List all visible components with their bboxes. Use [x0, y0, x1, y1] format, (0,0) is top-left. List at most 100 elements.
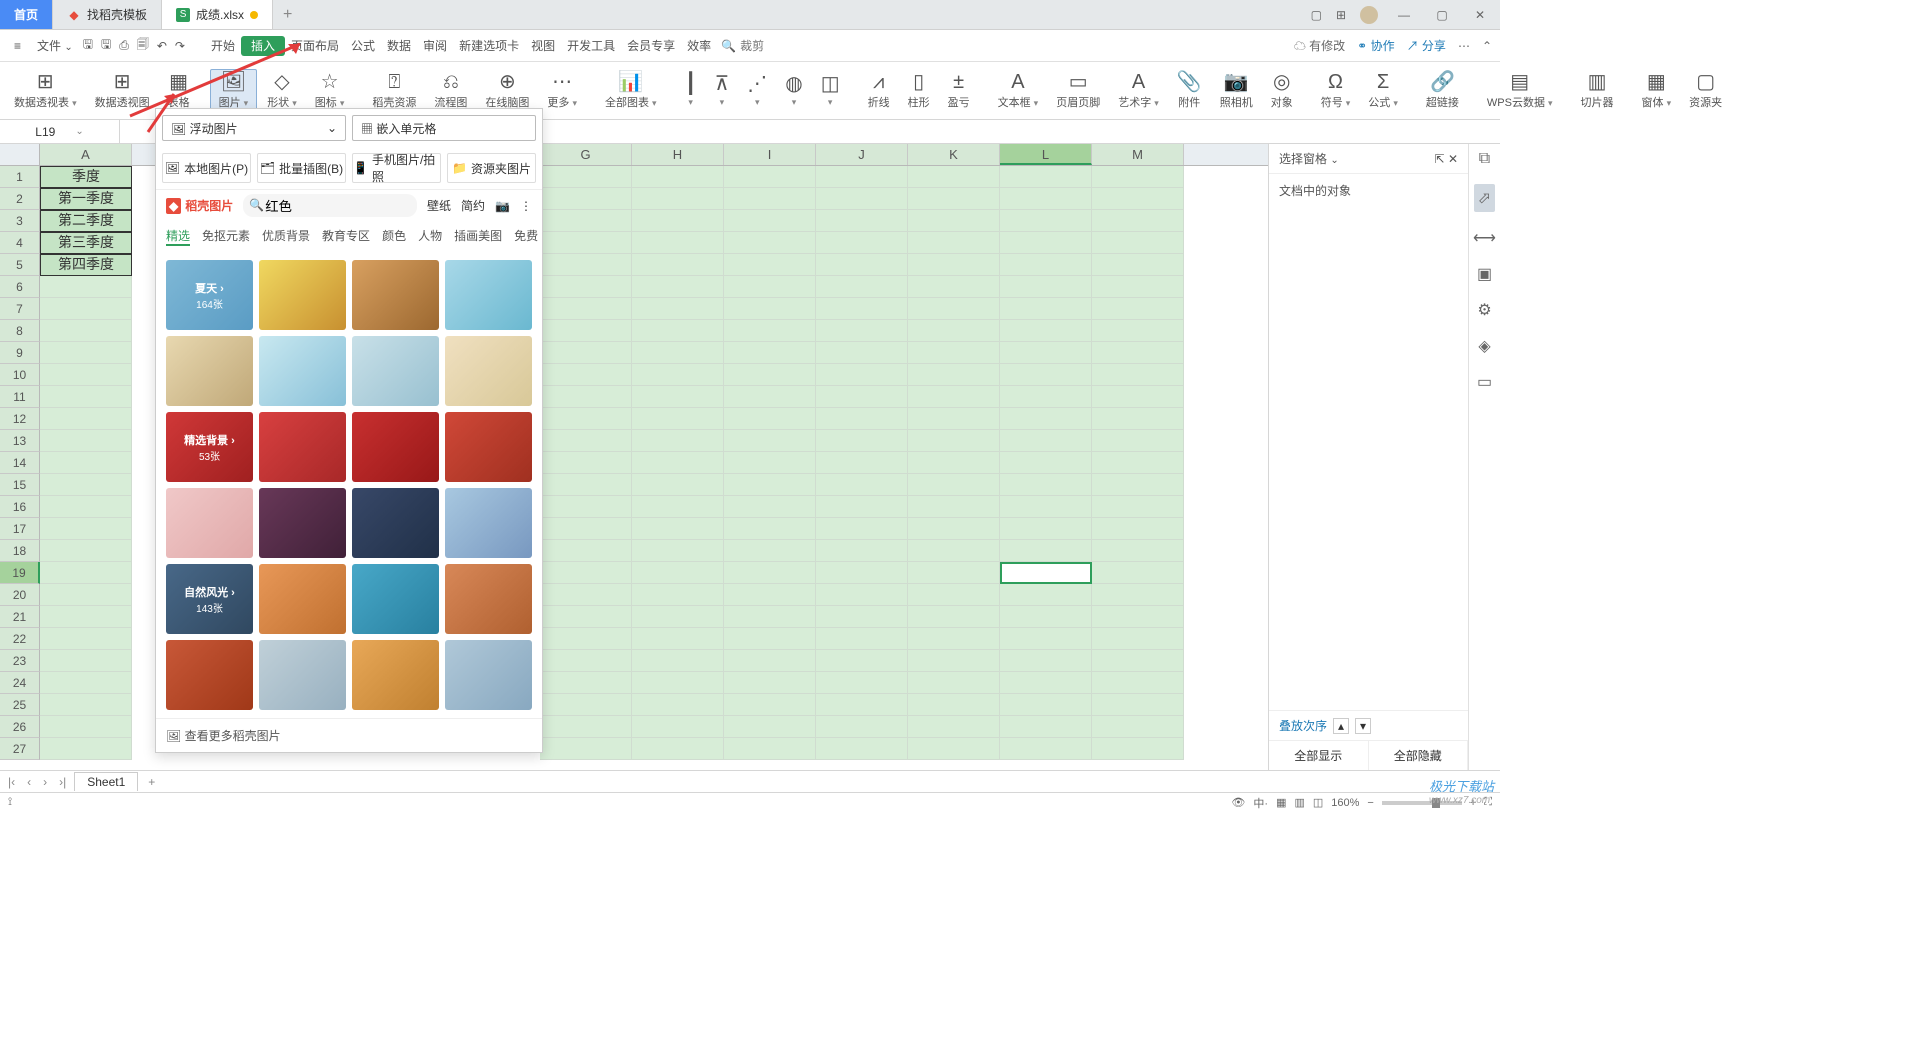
more-menu-icon[interactable]: ⋮: [520, 199, 532, 213]
col-header-M[interactable]: M: [1092, 144, 1184, 165]
thumb-15[interactable]: [445, 488, 532, 558]
print-icon[interactable]: ⎙: [119, 38, 129, 53]
cell[interactable]: [816, 452, 908, 474]
tool-chart13[interactable]: ⋰ ▾: [739, 72, 775, 110]
cell[interactable]: [632, 166, 724, 188]
cell-A18[interactable]: [40, 540, 132, 562]
cell[interactable]: [724, 540, 816, 562]
tab-nav-last[interactable]: ›|: [55, 775, 70, 789]
float-image-combo[interactable]: 🖼 浮动图片 ⌄: [162, 115, 346, 141]
cell[interactable]: [908, 562, 1000, 584]
cell-A1[interactable]: 季度: [40, 166, 132, 188]
row-header-26[interactable]: 26: [0, 716, 40, 738]
search-box[interactable]: 🔍: [721, 39, 800, 53]
cell[interactable]: [540, 716, 632, 738]
row-header-7[interactable]: 7: [0, 298, 40, 320]
cell[interactable]: [540, 628, 632, 650]
thumb-13[interactable]: [259, 488, 346, 558]
imgbtn-3[interactable]: 📁资源夹图片: [447, 153, 536, 183]
imgbtn-2[interactable]: 📱手机图片/拍照: [352, 153, 441, 183]
cell[interactable]: [1092, 276, 1184, 298]
side-pointer-icon[interactable]: ⬀: [1474, 184, 1495, 212]
cell[interactable]: [724, 628, 816, 650]
cell-A3[interactable]: 第二季度: [40, 210, 132, 232]
cell-A6[interactable]: [40, 276, 132, 298]
cell[interactable]: [908, 254, 1000, 276]
cell[interactable]: [724, 188, 816, 210]
cell[interactable]: [540, 276, 632, 298]
cell[interactable]: [816, 496, 908, 518]
fullscreen-icon[interactable]: ⛶: [1484, 796, 1492, 809]
cell[interactable]: [632, 518, 724, 540]
cell[interactable]: [724, 408, 816, 430]
thumb-1[interactable]: [259, 260, 346, 330]
move-up-button[interactable]: ▴: [1333, 718, 1349, 734]
cell[interactable]: [1092, 210, 1184, 232]
thumb-23[interactable]: [445, 640, 532, 710]
cell[interactable]: [908, 650, 1000, 672]
cell-A12[interactable]: [40, 408, 132, 430]
cell-A19[interactable]: [40, 562, 132, 584]
cell[interactable]: [816, 518, 908, 540]
cell[interactable]: [632, 694, 724, 716]
cell-A11[interactable]: [40, 386, 132, 408]
cell-A17[interactable]: [40, 518, 132, 540]
cell[interactable]: [632, 474, 724, 496]
menu-视图[interactable]: 视图: [525, 36, 561, 56]
cell[interactable]: [540, 474, 632, 496]
cell[interactable]: [1092, 738, 1184, 760]
cell[interactable]: [816, 562, 908, 584]
cell[interactable]: [1092, 584, 1184, 606]
wallpaper-link[interactable]: 壁纸: [427, 197, 451, 214]
cell[interactable]: [724, 210, 816, 232]
cell[interactable]: [816, 232, 908, 254]
cell-A2[interactable]: 第一季度: [40, 188, 132, 210]
cell[interactable]: [540, 254, 632, 276]
tool-超链接[interactable]: 🔗超链接: [1418, 70, 1467, 112]
cell[interactable]: [816, 584, 908, 606]
cell[interactable]: [1000, 628, 1092, 650]
cell[interactable]: [1092, 254, 1184, 276]
row-header-8[interactable]: 8: [0, 320, 40, 342]
cell[interactable]: [816, 298, 908, 320]
cell[interactable]: [632, 342, 724, 364]
tool-稻壳资源[interactable]: ⍰稻壳资源: [364, 70, 424, 112]
thumb-20[interactable]: [166, 640, 253, 710]
cell[interactable]: [724, 232, 816, 254]
cell[interactable]: [908, 364, 1000, 386]
cell[interactable]: [540, 672, 632, 694]
hamburger-icon[interactable]: ≡: [8, 36, 27, 56]
tab-nav-next[interactable]: ›: [39, 775, 51, 789]
cell[interactable]: [1000, 562, 1092, 584]
cell[interactable]: [1000, 518, 1092, 540]
show-all-button[interactable]: 全部显示: [1269, 741, 1369, 770]
cell[interactable]: [908, 738, 1000, 760]
cell[interactable]: [816, 342, 908, 364]
tab-home[interactable]: 首页: [0, 0, 53, 29]
cell[interactable]: [724, 672, 816, 694]
cell[interactable]: [632, 584, 724, 606]
tool-盈亏[interactable]: ±盈亏: [940, 70, 978, 112]
view-page-icon[interactable]: ▥: [1294, 796, 1304, 809]
share-button[interactable]: ↗ 分享: [1407, 37, 1446, 54]
cell[interactable]: [540, 408, 632, 430]
cell[interactable]: [632, 430, 724, 452]
cell[interactable]: [540, 452, 632, 474]
cell-A13[interactable]: [40, 430, 132, 452]
cell[interactable]: [632, 628, 724, 650]
cell[interactable]: [724, 276, 816, 298]
row-header-5[interactable]: 5: [0, 254, 40, 276]
cat-优质背景[interactable]: 优质背景: [262, 227, 310, 246]
select-all-corner[interactable]: [0, 144, 40, 165]
row-header-9[interactable]: 9: [0, 342, 40, 364]
cell[interactable]: [1000, 496, 1092, 518]
menu-新建选项卡[interactable]: 新建选项卡: [453, 36, 525, 56]
cell[interactable]: [1092, 716, 1184, 738]
row-header-2[interactable]: 2: [0, 188, 40, 210]
avatar-icon[interactable]: [1360, 6, 1378, 24]
cell[interactable]: [816, 606, 908, 628]
thumb-17[interactable]: [259, 564, 346, 634]
thumb-11[interactable]: [445, 412, 532, 482]
cell[interactable]: [1092, 298, 1184, 320]
row-header-16[interactable]: 16: [0, 496, 40, 518]
